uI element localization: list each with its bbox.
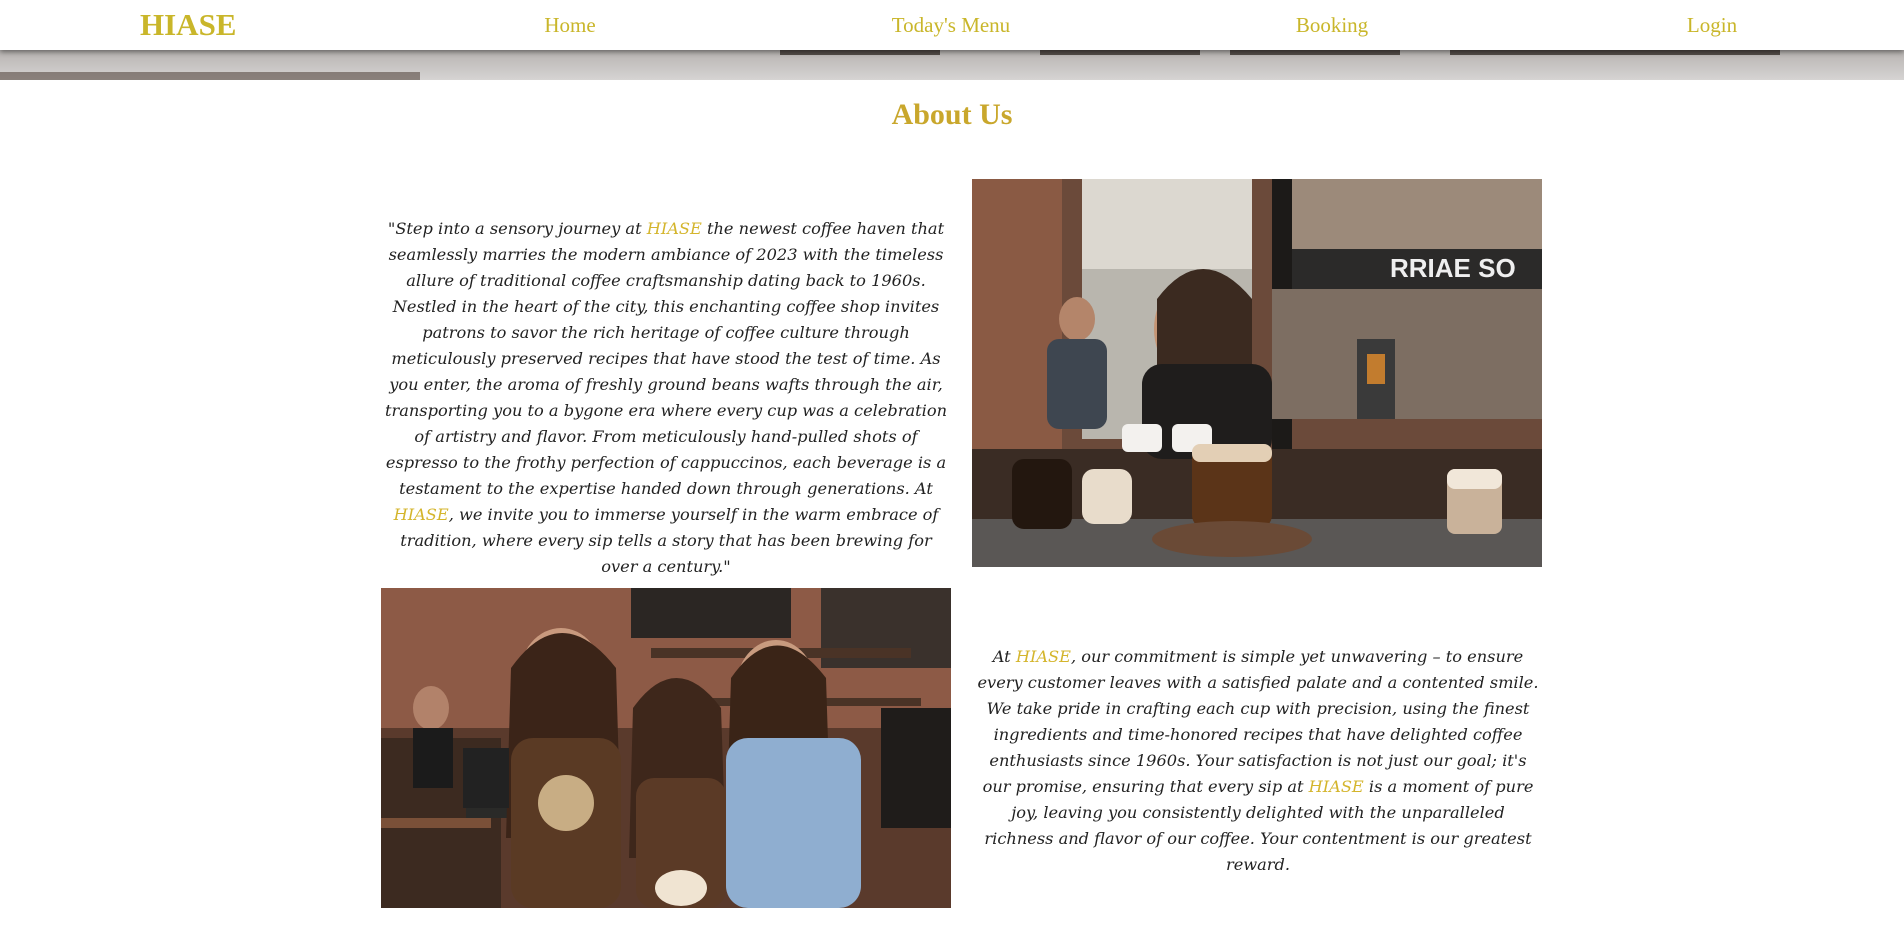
story-text-part: the newest coffee haven that seamlessly … xyxy=(384,219,948,498)
about-us-heading: About Us xyxy=(891,98,1013,131)
story-text-part: , we invite you to immerse yourself in t… xyxy=(400,505,939,576)
nav-home-link[interactable]: Home xyxy=(544,0,595,50)
friends-coffee-photo xyxy=(381,588,951,908)
storefront-sign-text: RRIAE SO xyxy=(1390,253,1516,283)
hero-shadow-band xyxy=(0,72,420,80)
hero-shelf-shape xyxy=(780,50,940,55)
top-navbar: HIASE Home Today's Menu Booking Login xyxy=(0,0,1904,50)
hero-shelf-shape xyxy=(1040,50,1200,55)
brand-highlight: HIASE xyxy=(393,505,449,524)
brand-highlight: HIASE xyxy=(1015,647,1071,666)
barista-cafe-photo: RRIAE SO xyxy=(972,179,1542,567)
hero-shelf-shape xyxy=(1450,50,1780,55)
brand-logo[interactable]: HIASE xyxy=(140,0,236,50)
commitment-text-part: At xyxy=(992,647,1016,666)
nav-booking-link[interactable]: Booking xyxy=(1296,0,1368,50)
nav-todays-menu-link[interactable]: Today's Menu xyxy=(892,0,1010,50)
brand-highlight: HIASE xyxy=(646,219,702,238)
brand-highlight: HIASE xyxy=(1308,777,1364,796)
friends-cafe-illustration xyxy=(381,588,951,908)
nav-login-link[interactable]: Login xyxy=(1687,0,1737,50)
story-text-part: "Step into a sensory journey at xyxy=(387,219,647,238)
commitment-paragraph: At HIASE, our commitment is simple yet u… xyxy=(977,644,1539,878)
about-story-paragraph: "Step into a sensory journey at HIASE th… xyxy=(380,216,952,580)
commitment-text-part: , our commitment is simple yet unwaverin… xyxy=(977,647,1539,796)
barista-cafe-illustration: RRIAE SO xyxy=(972,179,1542,567)
hero-shelf-shape xyxy=(1230,50,1400,55)
